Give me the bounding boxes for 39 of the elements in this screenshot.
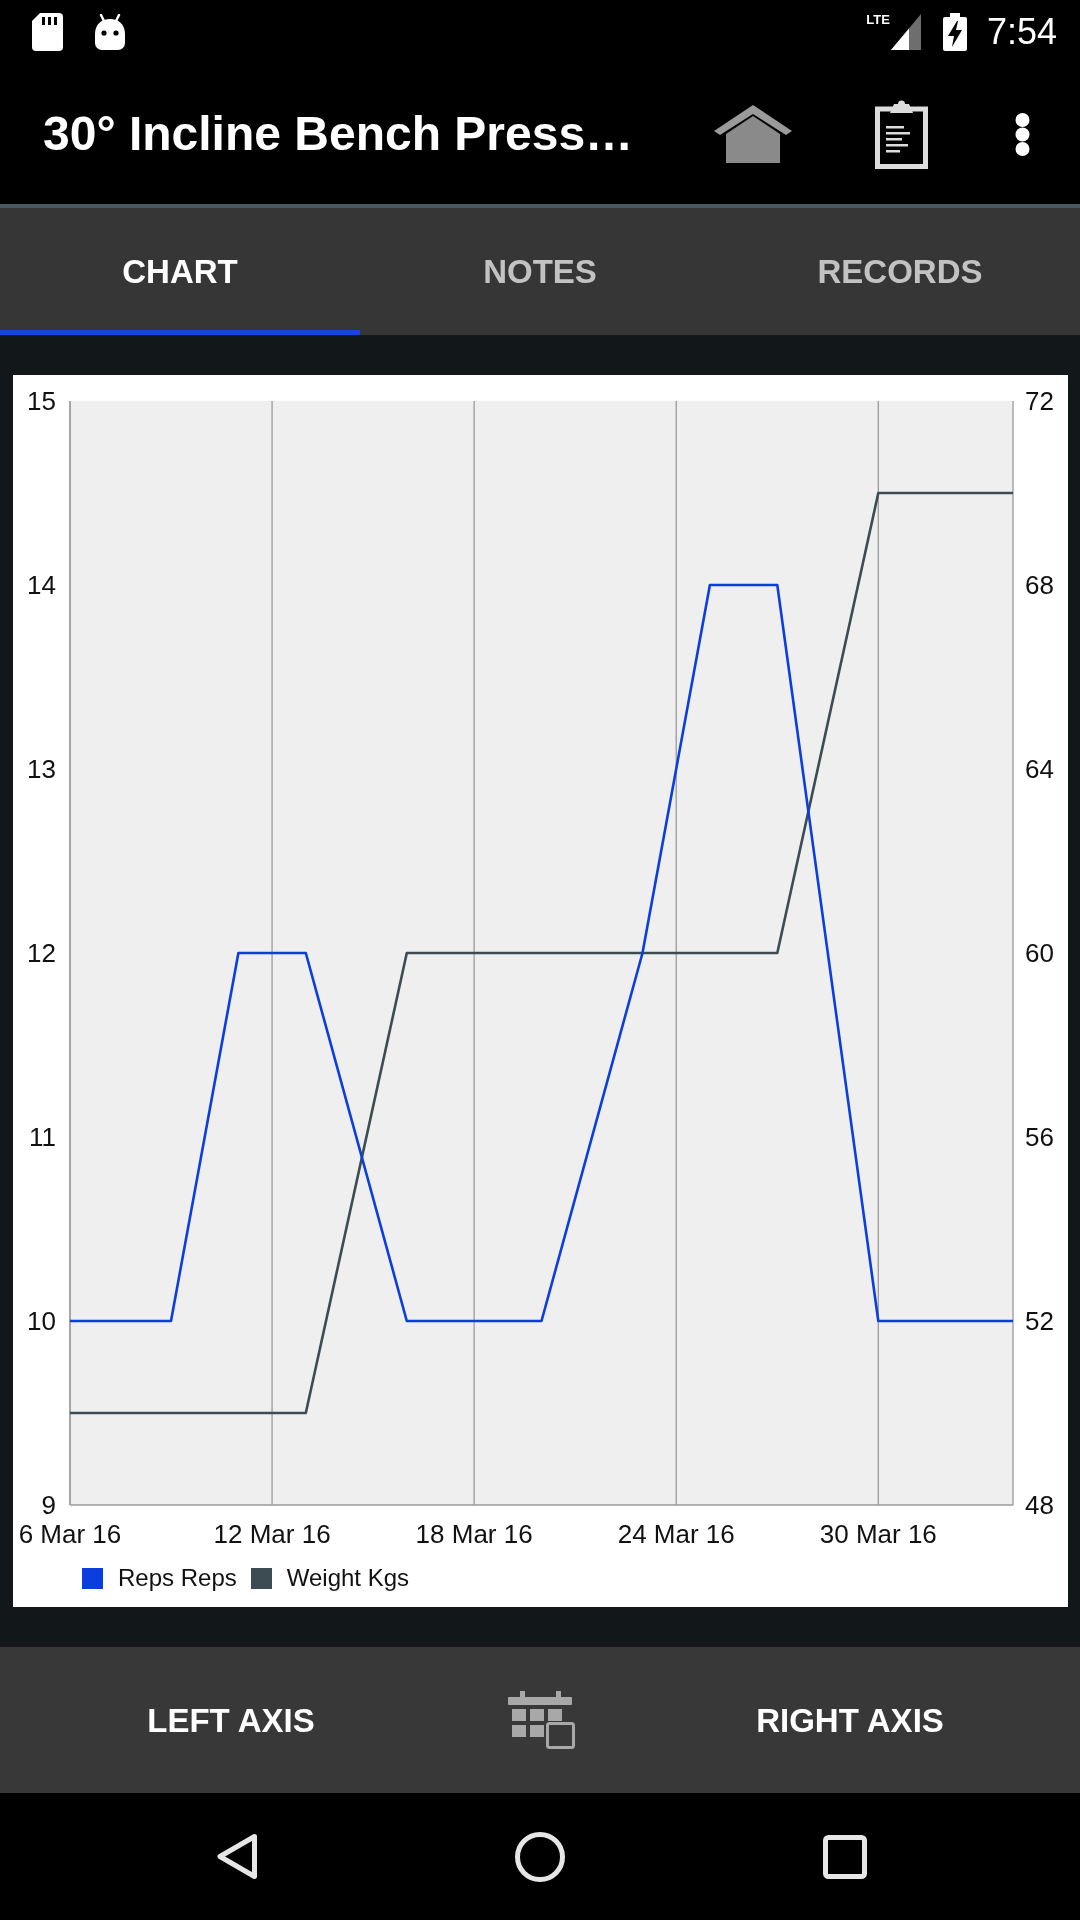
right-axis-tick-label: 60 [1025,938,1054,968]
right-axis-tick-label: 64 [1025,754,1054,784]
right-axis-tick-label: 72 [1025,386,1054,416]
left-axis-tick-label: 12 [27,938,56,968]
android-robot-icon [94,14,126,50]
left-axis-button[interactable]: LEFT AXIS [147,1703,315,1737]
legend-label: Weight Kgs [286,1566,410,1590]
cell-signal-icon [890,14,921,50]
home-circle-icon[interactable] [515,1831,565,1882]
house-icon[interactable] [714,105,792,163]
tab[interactable]: RECORDS [720,208,1080,335]
back-icon[interactable] [216,1833,258,1880]
left-axis-tick-label: 13 [27,754,56,784]
calendar-icon[interactable] [507,1691,575,1749]
legend-label: Reps Reps [118,1566,237,1590]
sd-card-icon [32,13,63,51]
date-tick-label: 6 Mar 16 [18,1519,122,1549]
battery-charging-icon [942,13,967,51]
more-options-icon[interactable] [1014,112,1031,156]
date-tick-label: 30 Mar 16 [819,1519,937,1549]
right-axis-button[interactable]: RIGHT AXIS [756,1703,944,1737]
left-axis-tick-label: 10 [27,1306,56,1336]
left-axis-tick-label: 15 [27,386,56,416]
clock-time: 7:54 [986,14,1057,50]
left-axis-tick-label: 14 [27,570,56,600]
network-type-label: LTE [866,13,890,26]
left-axis-tick-label: 11 [29,1122,56,1152]
right-axis-tick-label: 48 [1025,1490,1054,1520]
screen-title: 30° Incline Bench Press… [43,110,634,158]
left-axis-tick-label: 9 [41,1490,56,1520]
right-axis-tick-label: 52 [1025,1306,1054,1336]
date-tick-label: 12 Mar 16 [213,1519,331,1549]
date-tick-label: 18 Mar 16 [415,1519,533,1549]
recent-apps-icon[interactable] [823,1834,867,1879]
right-axis-tick-label: 68 [1025,570,1054,600]
right-axis-tick-label: 56 [1025,1122,1054,1152]
tab[interactable]: NOTES [360,208,720,335]
clipboard-icon[interactable] [875,99,928,169]
date-tick-label: 24 Mar 16 [617,1519,735,1549]
